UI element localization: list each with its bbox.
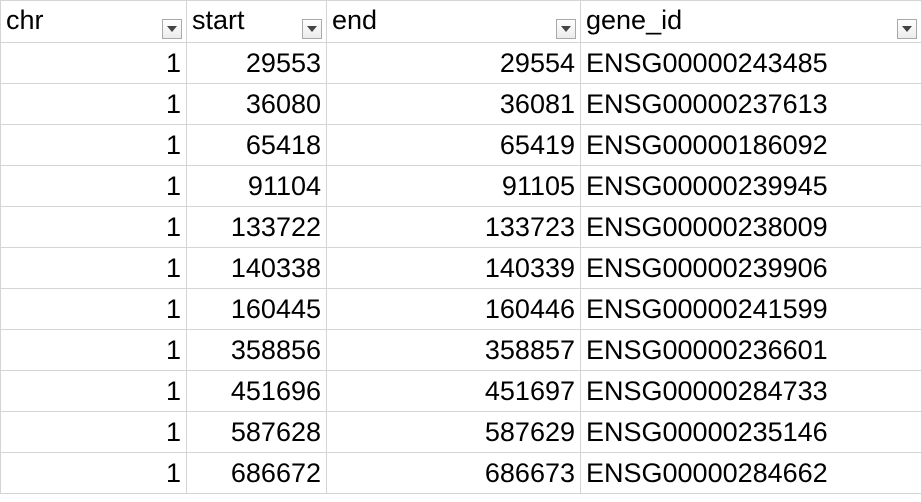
cell-start[interactable]: 29553 [186, 42, 327, 84]
filter-button-end[interactable] [556, 19, 576, 39]
filter-button-gene-id[interactable] [897, 19, 917, 39]
table-row: 1 686672 686673 ENSG00000284662 [0, 452, 921, 494]
cell-end[interactable]: 36081 [326, 83, 581, 125]
cell-start[interactable]: 133722 [186, 206, 327, 248]
filter-dropdown-arrow-icon [561, 26, 571, 32]
data-table: chr start end gene_id 1 29553 29554 ENSG… [0, 0, 921, 494]
table-row: 1 36080 36081 ENSG00000237613 [0, 83, 921, 125]
cell-start[interactable]: 358856 [186, 329, 327, 371]
cell-start[interactable]: 587628 [186, 411, 327, 453]
header-cell-start[interactable]: start [186, 0, 327, 43]
cell-end[interactable]: 29554 [326, 42, 581, 84]
table-row: 1 160445 160446 ENSG00000241599 [0, 288, 921, 330]
cell-gene-id[interactable]: ENSG00000284662 [580, 452, 921, 494]
header-label-start: start [192, 4, 245, 35]
table-row: 1 587628 587629 ENSG00000235146 [0, 411, 921, 453]
header-label-gene-id: gene_id [586, 4, 683, 35]
cell-gene-id[interactable]: ENSG00000239906 [580, 247, 921, 289]
filter-dropdown-arrow-icon [902, 26, 912, 32]
header-cell-chr[interactable]: chr [0, 0, 187, 43]
cell-gene-id[interactable]: ENSG00000284733 [580, 370, 921, 412]
cell-gene-id[interactable]: ENSG00000236601 [580, 329, 921, 371]
spreadsheet-grid: chr start end gene_id 1 29553 29554 ENSG… [0, 0, 921, 502]
cell-end[interactable]: 160446 [326, 288, 581, 330]
cell-gene-id[interactable]: ENSG00000243485 [580, 42, 921, 84]
cell-start[interactable]: 140338 [186, 247, 327, 289]
filter-dropdown-arrow-icon [167, 26, 177, 32]
cell-end[interactable]: 91105 [326, 165, 581, 207]
cell-gene-id[interactable]: ENSG00000238009 [580, 206, 921, 248]
cell-start[interactable]: 451696 [186, 370, 327, 412]
cell-end[interactable]: 133723 [326, 206, 581, 248]
cell-gene-id[interactable]: ENSG00000186092 [580, 124, 921, 166]
cell-start[interactable]: 686672 [186, 452, 327, 494]
header-row: chr start end gene_id [0, 0, 921, 43]
cell-chr[interactable]: 1 [0, 206, 187, 248]
cell-end[interactable]: 358857 [326, 329, 581, 371]
cell-chr[interactable]: 1 [0, 124, 187, 166]
cell-gene-id[interactable]: ENSG00000235146 [580, 411, 921, 453]
header-cell-gene-id[interactable]: gene_id [580, 0, 921, 43]
cell-start[interactable]: 91104 [186, 165, 327, 207]
cell-start[interactable]: 36080 [186, 83, 327, 125]
filter-button-start[interactable] [302, 19, 322, 39]
cell-gene-id[interactable]: ENSG00000237613 [580, 83, 921, 125]
cell-chr[interactable]: 1 [0, 370, 187, 412]
cell-chr[interactable]: 1 [0, 83, 187, 125]
cell-chr[interactable]: 1 [0, 247, 187, 289]
cell-chr[interactable]: 1 [0, 165, 187, 207]
table-row: 1 91104 91105 ENSG00000239945 [0, 165, 921, 207]
table-row: 1 451696 451697 ENSG00000284733 [0, 370, 921, 412]
cell-gene-id[interactable]: ENSG00000239945 [580, 165, 921, 207]
cell-chr[interactable]: 1 [0, 411, 187, 453]
cell-end[interactable]: 65419 [326, 124, 581, 166]
cell-chr[interactable]: 1 [0, 329, 187, 371]
cell-start[interactable]: 160445 [186, 288, 327, 330]
cell-end[interactable]: 140339 [326, 247, 581, 289]
table-row: 1 358856 358857 ENSG00000236601 [0, 329, 921, 371]
cell-end[interactable]: 686673 [326, 452, 581, 494]
table-row: 1 133722 133723 ENSG00000238009 [0, 206, 921, 248]
header-label-chr: chr [6, 4, 44, 35]
table-row: 1 65418 65419 ENSG00000186092 [0, 124, 921, 166]
table-row: 1 29553 29554 ENSG00000243485 [0, 42, 921, 84]
filter-button-chr[interactable] [162, 19, 182, 39]
cell-end[interactable]: 587629 [326, 411, 581, 453]
header-cell-end[interactable]: end [326, 0, 581, 43]
filter-dropdown-arrow-icon [307, 26, 317, 32]
cell-end[interactable]: 451697 [326, 370, 581, 412]
table-row: 1 140338 140339 ENSG00000239906 [0, 247, 921, 289]
cell-chr[interactable]: 1 [0, 42, 187, 84]
cell-start[interactable]: 65418 [186, 124, 327, 166]
cell-chr[interactable]: 1 [0, 452, 187, 494]
cell-chr[interactable]: 1 [0, 288, 187, 330]
cell-gene-id[interactable]: ENSG00000241599 [580, 288, 921, 330]
header-label-end: end [332, 4, 378, 35]
